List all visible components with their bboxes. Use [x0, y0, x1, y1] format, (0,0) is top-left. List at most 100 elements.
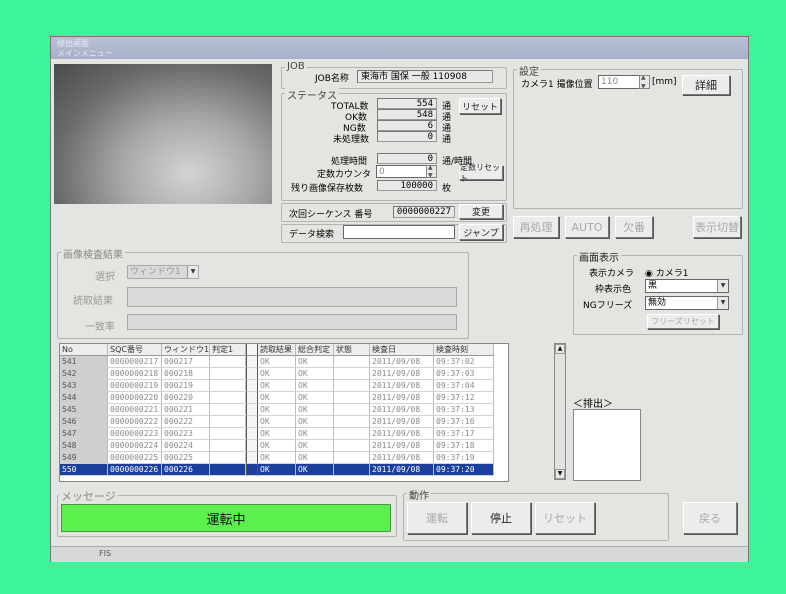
counter-reset-button[interactable]: 定数リセット	[459, 163, 503, 183]
table-row[interactable]: 543 0000000219 000219 OK OK 2011/09/08 09:37:0…	[60, 380, 508, 392]
table-cell	[246, 440, 258, 452]
table-cell: OK	[258, 404, 296, 416]
table-cell: 09:37:18	[434, 440, 494, 452]
rate-field: 0	[377, 153, 437, 164]
sequence-label: 次回シーケンス 番号	[289, 210, 373, 220]
table-cell	[334, 404, 370, 416]
table-header-cell: 読取結果	[258, 344, 296, 356]
table-cell: 547	[60, 428, 108, 440]
eject-label: ＜排出＞	[573, 399, 613, 410]
settings-group-label: 設定	[517, 63, 541, 78]
table-cell	[210, 440, 246, 452]
stop-button[interactable]: 停止	[471, 502, 531, 534]
camera1-radio[interactable]: ◉ カメラ1	[645, 266, 688, 279]
total-field: 554	[377, 98, 437, 109]
freeze-reset-button[interactable]: フリーズリセット	[647, 314, 719, 329]
table-cell: OK	[296, 452, 334, 464]
table-header-cell: SQC番号	[108, 344, 162, 356]
table-cell: OK	[258, 380, 296, 392]
table-cell	[334, 452, 370, 464]
table-cell	[246, 428, 258, 440]
table-cell	[246, 368, 258, 380]
table-header-row: No SQC番号 ウィンドウ1 判定1 読取結果 総合判定 状態 検査日 検査時刻	[60, 344, 508, 356]
sequence-change-button[interactable]: 変更	[459, 204, 503, 219]
table-cell	[334, 392, 370, 404]
window-select-value: ウィンドウ1	[130, 267, 181, 277]
table-row[interactable]: 550 0000000226 000226 OK OK 2011/09/08 09:37:2…	[60, 464, 508, 476]
table-cell: OK	[296, 416, 334, 428]
table-header-cell: 状態	[334, 344, 370, 356]
table-cell	[246, 464, 258, 476]
counter-input[interactable]: 0	[376, 165, 427, 178]
operation-reset-button[interactable]: リセット	[535, 502, 595, 534]
missing-number-button[interactable]: 欠番	[615, 216, 653, 238]
detail-button[interactable]: 詳細	[682, 75, 730, 95]
taskbar: FIS	[51, 546, 748, 562]
table-cell: 09:37:02	[434, 356, 494, 368]
table-header-cell: 総合判定	[296, 344, 334, 356]
camera-position-label: カメラ1 撮像位置	[521, 80, 593, 90]
taskbar-item[interactable]: FIS	[99, 549, 111, 558]
counter-label: 定数カウンタ	[317, 170, 372, 180]
table-cell: OK	[258, 392, 296, 404]
table-cell: 2011/09/08	[370, 428, 434, 440]
table-cell	[334, 368, 370, 380]
reprocess-button[interactable]: 再処理	[513, 216, 559, 238]
table-cell: 550	[60, 464, 108, 476]
counter-spinner[interactable]	[426, 164, 437, 179]
table-cell: 0000000225	[108, 452, 162, 464]
display-switch-button[interactable]: 表示切替	[693, 216, 741, 238]
table-row[interactable]: 547 0000000223 000223 OK OK 2011/09/08 09:37:1…	[60, 428, 508, 440]
table-header-cell: 判定1	[210, 344, 246, 356]
table-cell: 2011/09/08	[370, 368, 434, 380]
table-cell: OK	[296, 356, 334, 368]
table-cell: 546	[60, 416, 108, 428]
unprocessed-unit: 通	[442, 135, 452, 145]
window-select[interactable]: ウィンドウ1 ▼	[127, 265, 199, 279]
data-search-input[interactable]	[343, 225, 455, 239]
table-cell: 000219	[162, 380, 210, 392]
job-name-label: JOB名称	[315, 74, 349, 84]
table-cell: 542	[60, 368, 108, 380]
title-bar: 検出画面 メインメニュー	[51, 37, 748, 59]
jump-button[interactable]: ジャンプ	[459, 224, 503, 240]
status-message: 運転中	[61, 504, 391, 532]
table-row[interactable]: 548 0000000224 000224 OK OK 2011/09/08 09:37:1…	[60, 440, 508, 452]
table-cell	[210, 404, 246, 416]
eject-panel	[573, 409, 641, 481]
back-button[interactable]: 戻る	[683, 502, 737, 534]
table-cell: OK	[296, 392, 334, 404]
table-row[interactable]: 549 0000000225 000225 OK OK 2011/09/08 09:37:1…	[60, 452, 508, 464]
table-cell: 543	[60, 380, 108, 392]
remaining-images-label: 残り画像保存枚数	[291, 184, 364, 194]
ng-field: 6	[377, 120, 437, 131]
camera-position-spinner[interactable]	[639, 74, 650, 90]
table-scrollbar[interactable]: ▲ ▼	[554, 343, 566, 480]
results-table[interactable]: No SQC番号 ウィンドウ1 判定1 読取結果 総合判定 状態 検査日 検査時刻 541 0000…	[59, 343, 509, 482]
status-reset-button[interactable]: リセット	[459, 98, 501, 114]
ok-field: 548	[377, 109, 437, 120]
data-search-label: データ検索	[289, 230, 335, 240]
table-row[interactable]: 542 0000000218 000218 OK OK 2011/09/08 09:37:0…	[60, 368, 508, 380]
table-row[interactable]: 541 0000000217 000217 OK OK 2011/09/08 09:37:0…	[60, 356, 508, 368]
camera-position-unit: [mm]	[652, 77, 677, 87]
camera-position-input[interactable]: 110	[598, 75, 640, 89]
table-row[interactable]: 545 0000000221 000221 OK OK 2011/09/08 09:37:1…	[60, 404, 508, 416]
table-cell	[210, 452, 246, 464]
run-button[interactable]: 運転	[407, 502, 467, 534]
scroll-down-icon[interactable]: ▼	[555, 469, 565, 479]
table-cell: OK	[296, 368, 334, 380]
scroll-up-icon[interactable]: ▲	[555, 344, 565, 354]
table-cell: 09:37:04	[434, 380, 494, 392]
frame-color-select[interactable]: 黒 ▼	[645, 279, 729, 293]
table-row[interactable]: 544 0000000220 000220 OK OK 2011/09/08 09:37:1…	[60, 392, 508, 404]
select-label: 選択	[95, 272, 115, 283]
table-cell	[334, 464, 370, 476]
auto-button[interactable]: AUTO	[565, 216, 609, 238]
unprocessed-label: 未処理数	[333, 135, 370, 145]
table-row[interactable]: 546 0000000222 000222 OK OK 2011/09/08 09:37:1…	[60, 416, 508, 428]
operation-group-label: 動作	[407, 487, 431, 502]
frame-color-label: 枠表示色	[595, 285, 632, 295]
remaining-images-field: 100000	[377, 180, 437, 191]
ng-freeze-select[interactable]: 無効 ▼	[645, 296, 729, 310]
